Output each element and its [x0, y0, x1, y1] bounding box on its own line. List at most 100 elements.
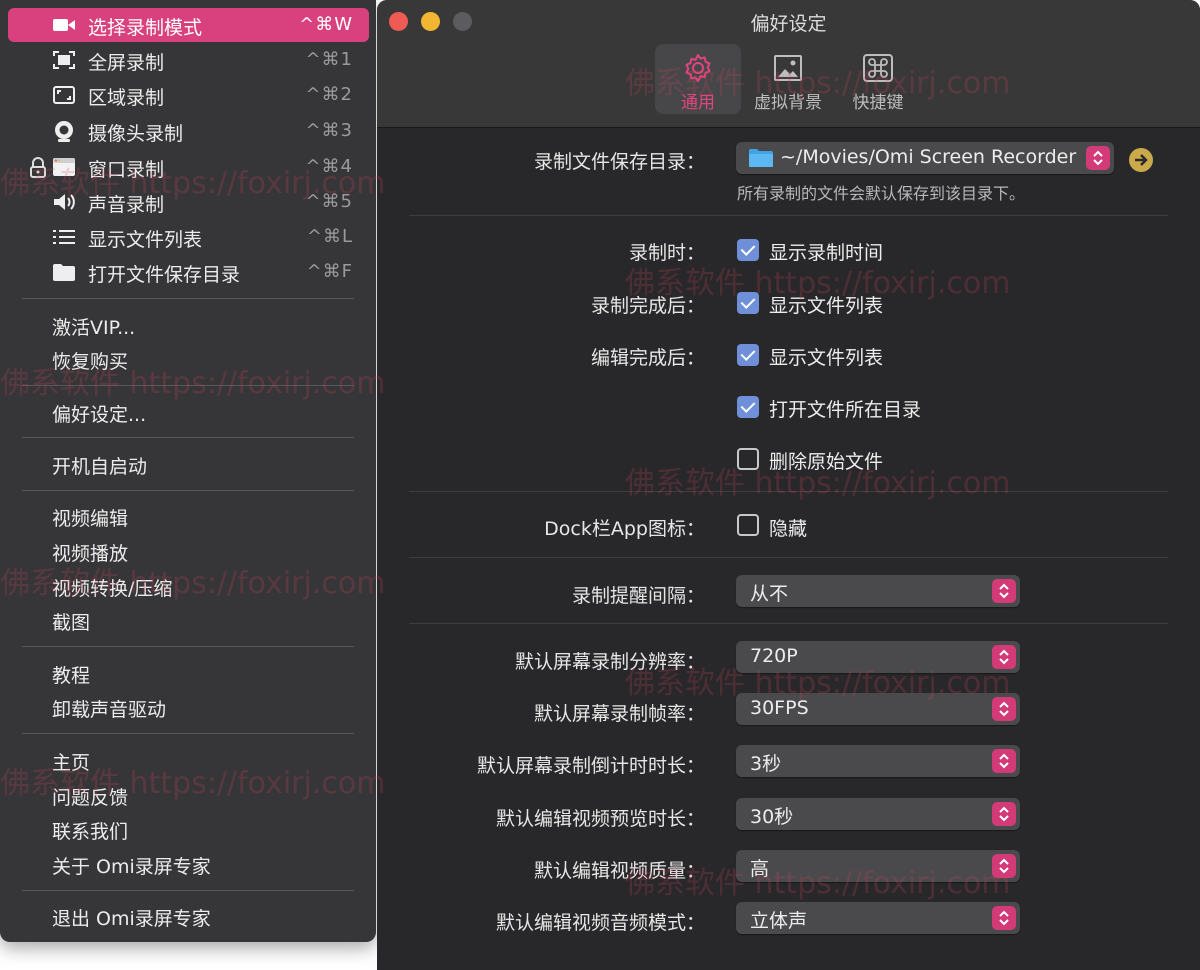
resolution-label: 默认屏幕录制分辨率：	[514, 651, 705, 673]
menu-item-contact[interactable]: 联系我们	[8, 812, 369, 846]
chevron-updown-icon	[992, 749, 1016, 773]
countdown-label: 默认屏幕录制倒计时时长：	[476, 755, 705, 777]
menu-item-video-edit[interactable]: 视频编辑	[8, 499, 369, 533]
hide-dock-icon-checkbox[interactable]	[737, 514, 759, 536]
menu-item-tutorial[interactable]: 教程	[8, 656, 369, 690]
menu-item-label: 摄像头录制	[88, 123, 184, 145]
menu-separator	[22, 298, 354, 299]
menu-item-fullscreen[interactable]: 全屏录制 ^⌘1	[8, 43, 369, 77]
menu-item-screenshot[interactable]: 截图	[8, 603, 369, 637]
menu-item-open-folder[interactable]: 打开文件保存目录 ^⌘F	[8, 255, 369, 289]
menu-item-label: 打开文件保存目录	[88, 264, 241, 286]
menu-item-audio[interactable]: 声音录制 ^⌘5	[8, 185, 369, 219]
save-dir-value: ~/Movies/Omi Screen Recorder	[780, 146, 1077, 168]
preview-duration-popup[interactable]: 30秒	[736, 798, 1020, 830]
video-quality-popup[interactable]: 高	[736, 850, 1020, 882]
menu-item-about[interactable]: 关于 Omi录屏专家	[8, 847, 369, 881]
menu-item-shortcut: ^⌘1	[305, 49, 353, 70]
checkbox-label: 显示文件列表	[769, 295, 884, 317]
menu-separator	[22, 437, 354, 438]
tab-virtual-background[interactable]: 虚拟背景	[745, 44, 831, 114]
menu-separator	[22, 890, 354, 891]
framerate-popup[interactable]: 30FPS	[736, 693, 1020, 725]
checkbox-label: 打开文件所在目录	[769, 399, 922, 421]
recording-label: 录制时：	[628, 242, 705, 264]
remind-interval-popup[interactable]: 从不	[736, 575, 1020, 607]
menu-item-label: 开机自启动	[52, 456, 148, 478]
region-icon	[53, 86, 75, 104]
after-edit-delete-original-checkbox[interactable]	[737, 448, 759, 470]
webcam-icon	[55, 121, 73, 142]
menu-item-label: 主页	[52, 752, 91, 774]
menu-item-preferences[interactable]: 偏好设定...	[8, 395, 369, 429]
menu-item-restore-purchase[interactable]: 恢复购买	[8, 342, 369, 376]
tab-shortcuts[interactable]: 快捷键	[835, 44, 921, 114]
menu-item-activate-vip[interactable]: 激活VIP...	[8, 308, 369, 342]
menu-item-region[interactable]: 区域录制 ^⌘2	[8, 78, 369, 112]
audio-mode-popup[interactable]: 立体声	[736, 902, 1020, 934]
menu-item-shortcut: ^⌘F	[306, 261, 353, 282]
checkbox-label: 隐藏	[769, 518, 808, 540]
chevron-updown-icon	[1086, 146, 1110, 170]
menu-item-shortcut: ^⌘4	[305, 156, 353, 177]
window-titlebar: 偏好设定 通用 虚拟背景 快捷键	[377, 0, 1200, 128]
menu-item-label: 激活VIP...	[52, 317, 136, 339]
popup-value: 立体声	[750, 910, 808, 932]
popup-value: 高	[750, 858, 770, 880]
menu-item-label: 窗口录制	[88, 159, 165, 181]
chevron-updown-icon	[992, 906, 1016, 930]
menu-item-file-list[interactable]: 显示文件列表 ^⌘L	[8, 220, 369, 254]
video-quality-label: 默认编辑视频质量：	[533, 860, 705, 882]
menu-item-feedback[interactable]: 问题反馈	[8, 778, 369, 812]
menu-separator	[22, 646, 354, 647]
tab-general[interactable]: 通用	[655, 44, 741, 114]
menu-item-label: 截图	[52, 612, 91, 634]
checkbox-label: 显示录制时间	[769, 242, 884, 264]
folder-icon	[53, 264, 75, 281]
chevron-updown-icon	[992, 645, 1016, 669]
after-record-show-list-checkbox[interactable]	[737, 292, 759, 314]
save-dir-popup[interactable]: ~/Movies/Omi Screen Recorder	[736, 142, 1114, 174]
dock-icon-label: Dock栏App图标：	[544, 518, 705, 540]
menu-separator	[22, 385, 354, 386]
gear-icon	[685, 54, 711, 82]
menu-item-shortcut: ^⌘W	[299, 14, 353, 35]
window-icon	[53, 158, 75, 176]
after-edit-label: 编辑完成后：	[590, 347, 705, 369]
menu-item-label: 退出 Omi录屏专家	[52, 908, 211, 930]
after-record-label: 录制完成后：	[590, 295, 705, 317]
countdown-popup[interactable]: 3秒	[736, 745, 1020, 777]
menu-item-video-convert[interactable]: 视频转换/压缩	[8, 569, 369, 603]
command-key-icon	[863, 54, 893, 82]
menu-item-select-mode[interactable]: 选择录制模式 ^⌘W	[8, 8, 369, 42]
after-edit-open-folder-checkbox[interactable]	[737, 396, 759, 418]
resolution-popup[interactable]: 720P	[736, 641, 1020, 673]
menu-item-window[interactable]: 窗口录制 ^⌘4	[8, 150, 369, 184]
menu-item-label: 关于 Omi录屏专家	[52, 856, 211, 878]
menu-item-video-play[interactable]: 视频播放	[8, 534, 369, 568]
menu-item-quit[interactable]: 退出 Omi录屏专家	[8, 899, 369, 933]
menu-item-webcam[interactable]: 摄像头录制 ^⌘3	[8, 114, 369, 148]
menu-item-uninstall-driver[interactable]: 卸载声音驱动	[8, 690, 369, 724]
reveal-folder-arrow-icon[interactable]	[1129, 148, 1153, 172]
folder-icon	[749, 149, 773, 167]
checkbox-label: 删除原始文件	[769, 451, 884, 473]
show-recording-time-checkbox[interactable]	[737, 239, 759, 261]
tab-label: 虚拟背景	[754, 93, 822, 113]
menu-item-home[interactable]: 主页	[8, 743, 369, 777]
popup-value: 720P	[750, 645, 798, 667]
section-divider	[409, 491, 1168, 492]
section-divider	[409, 215, 1168, 216]
menu-item-label: 教程	[52, 665, 91, 687]
menu-item-label: 区域录制	[88, 87, 165, 109]
menu-item-autostart[interactable]: 开机自启动	[8, 447, 369, 481]
menu-item-shortcut: ^⌘5	[305, 191, 353, 212]
section-divider	[409, 557, 1168, 558]
video-camera-icon	[53, 19, 75, 31]
audio-mode-label: 默认编辑视频音频模式：	[495, 912, 705, 934]
menu-item-label: 视频播放	[52, 543, 129, 565]
chevron-updown-icon	[992, 579, 1016, 603]
save-dir-hint: 所有录制的文件会默认保存到该目录下。	[737, 184, 1026, 203]
image-icon	[774, 55, 802, 81]
after-edit-show-list-checkbox[interactable]	[737, 344, 759, 366]
